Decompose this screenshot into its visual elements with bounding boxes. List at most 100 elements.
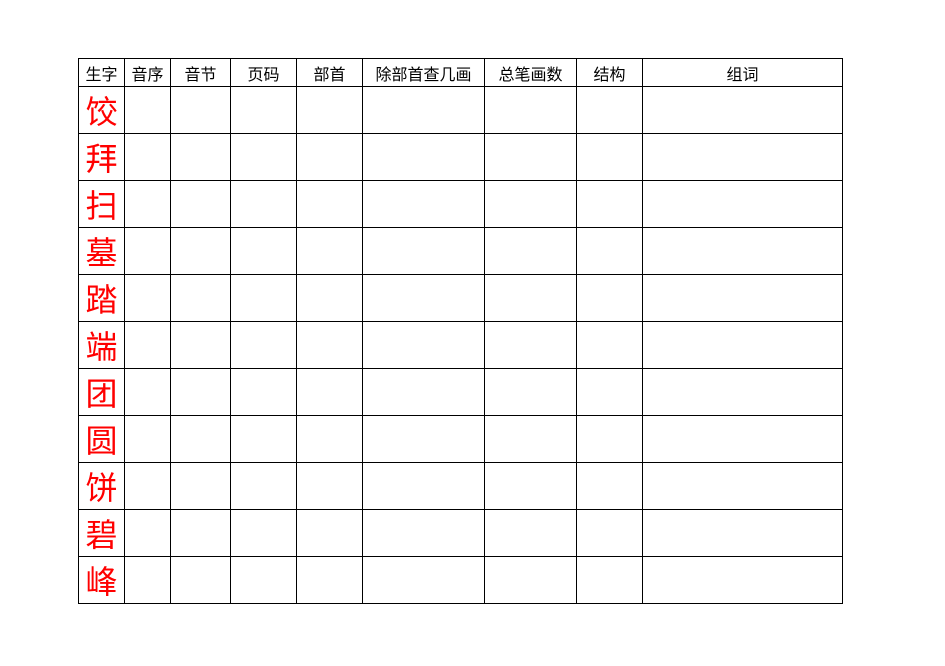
empty-cell — [363, 510, 485, 557]
empty-cell — [297, 228, 363, 275]
empty-cell — [125, 228, 171, 275]
empty-cell — [577, 322, 643, 369]
empty-cell — [297, 322, 363, 369]
empty-cell — [125, 275, 171, 322]
empty-cell — [485, 322, 577, 369]
empty-cell — [231, 416, 297, 463]
empty-cell — [171, 322, 231, 369]
empty-cell — [171, 369, 231, 416]
empty-cell — [577, 275, 643, 322]
empty-cell — [171, 228, 231, 275]
empty-cell — [297, 557, 363, 604]
table-header-row: 生字 音序 音节 页码 部首 除部首查几画 总笔画数 结构 组词 — [79, 59, 843, 87]
empty-cell — [171, 87, 231, 134]
empty-cell — [297, 87, 363, 134]
empty-cell — [577, 510, 643, 557]
empty-cell — [125, 416, 171, 463]
table-row: 端 — [79, 322, 843, 369]
empty-cell — [577, 416, 643, 463]
empty-cell — [577, 134, 643, 181]
empty-cell — [577, 181, 643, 228]
char-cell: 团 — [79, 369, 125, 416]
char-cell: 碧 — [79, 510, 125, 557]
empty-cell — [643, 416, 843, 463]
empty-cell — [485, 181, 577, 228]
empty-cell — [171, 463, 231, 510]
empty-cell — [171, 275, 231, 322]
char-cell: 拜 — [79, 134, 125, 181]
empty-cell — [643, 557, 843, 604]
empty-cell — [231, 369, 297, 416]
empty-cell — [643, 463, 843, 510]
empty-cell — [125, 510, 171, 557]
vocabulary-table: 生字 音序 音节 页码 部首 除部首查几画 总笔画数 结构 组词 饺 拜 — [78, 58, 843, 604]
empty-cell — [485, 557, 577, 604]
empty-cell — [297, 134, 363, 181]
empty-cell — [485, 275, 577, 322]
empty-cell — [231, 463, 297, 510]
char-cell: 墓 — [79, 228, 125, 275]
empty-cell — [643, 275, 843, 322]
empty-cell — [171, 416, 231, 463]
empty-cell — [485, 87, 577, 134]
empty-cell — [171, 134, 231, 181]
empty-cell — [643, 510, 843, 557]
empty-cell — [231, 275, 297, 322]
empty-cell — [363, 369, 485, 416]
empty-cell — [231, 510, 297, 557]
empty-cell — [125, 369, 171, 416]
table-row: 饺 — [79, 87, 843, 134]
char-cell: 饼 — [79, 463, 125, 510]
empty-cell — [297, 510, 363, 557]
empty-cell — [363, 463, 485, 510]
empty-cell — [363, 557, 485, 604]
empty-cell — [577, 369, 643, 416]
empty-cell — [363, 228, 485, 275]
empty-cell — [125, 463, 171, 510]
empty-cell — [297, 416, 363, 463]
char-cell: 端 — [79, 322, 125, 369]
empty-cell — [125, 322, 171, 369]
table-row: 团 — [79, 369, 843, 416]
table-row: 扫 — [79, 181, 843, 228]
empty-cell — [363, 416, 485, 463]
empty-cell — [643, 181, 843, 228]
table-row: 踏 — [79, 275, 843, 322]
empty-cell — [485, 463, 577, 510]
empty-cell — [643, 369, 843, 416]
empty-cell — [363, 134, 485, 181]
empty-cell — [125, 181, 171, 228]
empty-cell — [297, 181, 363, 228]
empty-cell — [363, 275, 485, 322]
header-jiegou: 结构 — [577, 59, 643, 87]
char-cell: 扫 — [79, 181, 125, 228]
char-cell: 峰 — [79, 557, 125, 604]
empty-cell — [125, 134, 171, 181]
empty-cell — [363, 181, 485, 228]
header-yinxu: 音序 — [125, 59, 171, 87]
header-page: 页码 — [231, 59, 297, 87]
empty-cell — [363, 87, 485, 134]
empty-cell — [577, 557, 643, 604]
empty-cell — [171, 181, 231, 228]
empty-cell — [485, 134, 577, 181]
char-cell: 踏 — [79, 275, 125, 322]
empty-cell — [643, 87, 843, 134]
empty-cell — [125, 557, 171, 604]
table-row: 饼 — [79, 463, 843, 510]
char-cell: 饺 — [79, 87, 125, 134]
empty-cell — [231, 134, 297, 181]
empty-cell — [485, 510, 577, 557]
empty-cell — [297, 369, 363, 416]
table-row: 圆 — [79, 416, 843, 463]
empty-cell — [297, 275, 363, 322]
header-chubushou: 除部首查几画 — [363, 59, 485, 87]
empty-cell — [485, 228, 577, 275]
header-bushou: 部首 — [297, 59, 363, 87]
empty-cell — [231, 181, 297, 228]
empty-cell — [643, 228, 843, 275]
empty-cell — [231, 557, 297, 604]
empty-cell — [363, 322, 485, 369]
empty-cell — [643, 322, 843, 369]
table-row: 碧 — [79, 510, 843, 557]
